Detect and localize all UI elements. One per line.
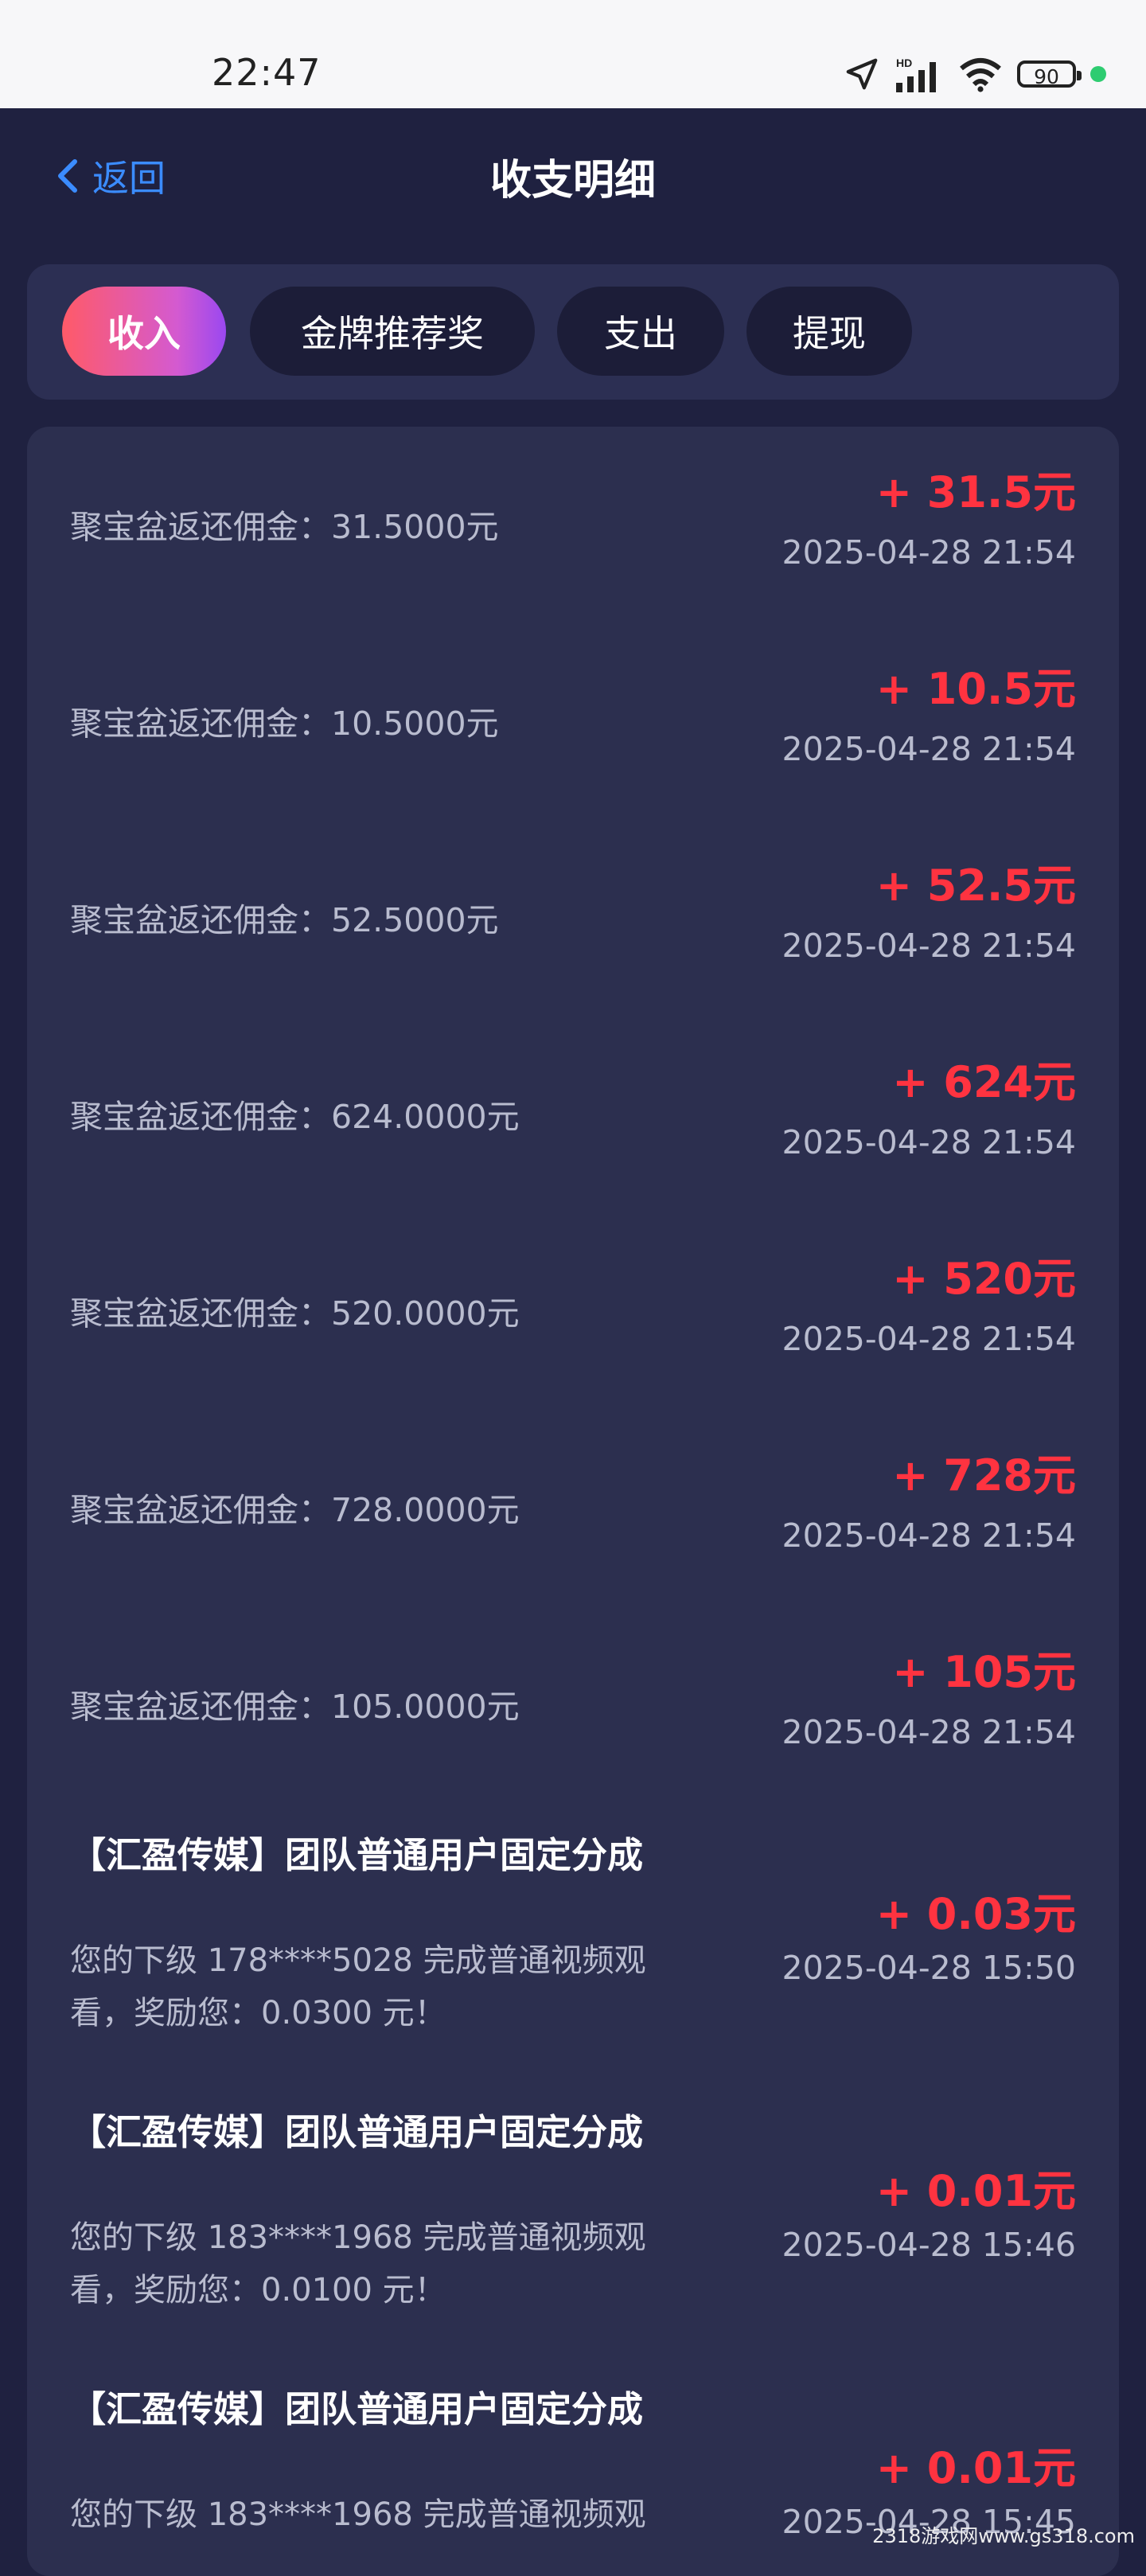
privacy-indicator-dot [1090,66,1106,82]
tab-expense[interactable]: 支出 [557,287,724,376]
record-time: 2025-04-28 21:54 [782,533,1076,572]
record-time: 2025-04-28 21:54 [782,1123,1076,1161]
record-time: 2025-04-28 21:54 [782,1320,1076,1358]
record-desc: 聚宝盆返还佣金：52.5000元 [70,901,499,939]
record-time: 2025-04-28 15:50 [782,1949,1076,1987]
record-amount: + 0.03元 [875,1889,1076,1939]
app-screen: 返回 收支明细 收入 金牌推荐奖 支出 提现 + 31.5元 聚宝盆返还佣金：3… [0,108,1146,2576]
watermark: 2318游戏网www.gs318.com [872,2525,1135,2547]
record-time: 2025-04-28 21:54 [782,730,1076,768]
record-time: 2025-04-28 21:54 [782,927,1076,965]
record-desc: 聚宝盆返还佣金：10.5000元 [70,704,499,743]
tab-bar: 收入 金牌推荐奖 支出 提现 [27,264,1119,400]
record-desc: 您的下级 183****1968 完成普通视频观 [70,2496,646,2533]
list-item[interactable]: + 31.5元 聚宝盆返还佣金：31.5000元 2025-04-28 21:5… [27,427,1119,623]
status-icons: HD 90 [844,56,1106,92]
record-amount: + 10.5元 [875,664,1076,714]
record-amount: + 0.01元 [875,2443,1076,2493]
tab-gold-referral[interactable]: 金牌推荐奖 [250,287,535,376]
list-item[interactable]: 【汇盈传媒】团队普通用户固定分成 您的下级 183****1968 完成普通视频… [27,2079,1119,2356]
record-desc: 您的下级 178****5028 完成普通视频观看，奖励您：0.0300 元！ [70,1942,646,2032]
record-title: 【汇盈传媒】团队普通用户固定分成 [70,1834,644,1876]
page-title: 收支明细 [489,157,656,205]
list-item[interactable]: + 105元 聚宝盆返还佣金：105.0000元 2025-04-28 21:5… [27,1606,1119,1802]
record-list: + 31.5元 聚宝盆返还佣金：31.5000元 2025-04-28 21:5… [27,427,1119,2576]
battery-icon: 90 [1017,60,1082,88]
location-arrow-icon [846,58,878,90]
record-time: 2025-04-28 21:54 [782,1713,1076,1751]
record-desc: 聚宝盆返还佣金：31.5000元 [70,508,499,546]
record-desc: 聚宝盆返还佣金：520.0000元 [70,1294,520,1333]
wifi-icon [960,58,1001,92]
record-desc: 聚宝盆返还佣金：105.0000元 [70,1688,520,1726]
list-item[interactable]: + 624元 聚宝盆返还佣金：624.0000元 2025-04-28 21:5… [27,1017,1119,1212]
svg-text:HD: HD [896,57,912,69]
record-amount: + 31.5元 [875,467,1076,517]
signal-icon: HD [896,57,936,92]
record-title: 【汇盈传媒】团队普通用户固定分成 [70,2111,644,2153]
record-desc: 聚宝盆返还佣金：728.0000元 [70,1491,520,1529]
tab-income[interactable]: 收入 [62,287,226,376]
list-item[interactable]: 【汇盈传媒】团队普通用户固定分成 您的下级 178****5028 完成普通视频… [27,1802,1119,2079]
record-time: 2025-04-28 15:46 [782,2226,1076,2264]
tab-withdraw[interactable]: 提现 [746,287,912,376]
record-amount: + 520元 [892,1254,1076,1304]
list-item[interactable]: + 52.5元 聚宝盆返还佣金：52.5000元 2025-04-28 21:5… [27,820,1119,1016]
list-item[interactable]: + 728元 聚宝盆返还佣金：728.0000元 2025-04-28 21:5… [27,1410,1119,1606]
record-desc: 您的下级 183****1968 完成普通视频观看，奖励您：0.0100 元！ [70,2219,646,2309]
list-item[interactable]: + 10.5元 聚宝盆返还佣金：10.5000元 2025-04-28 21:5… [27,623,1119,819]
record-title: 【汇盈传媒】团队普通用户固定分成 [70,2388,644,2430]
record-time: 2025-04-28 21:54 [782,1516,1076,1555]
list-item[interactable]: + 520元 聚宝盆返还佣金：520.0000元 2025-04-28 21:5… [27,1213,1119,1409]
record-amount: + 0.01元 [875,2166,1076,2216]
record-amount: + 105元 [892,1647,1076,1697]
record-desc: 聚宝盆返还佣金：624.0000元 [70,1098,520,1136]
record-amount: + 624元 [892,1057,1076,1107]
record-amount: + 728元 [892,1450,1076,1501]
status-time: 22:47 [212,51,322,94]
status-bar: 22:47 HD 90 [0,0,1146,108]
record-amount: + 52.5元 [875,861,1076,911]
